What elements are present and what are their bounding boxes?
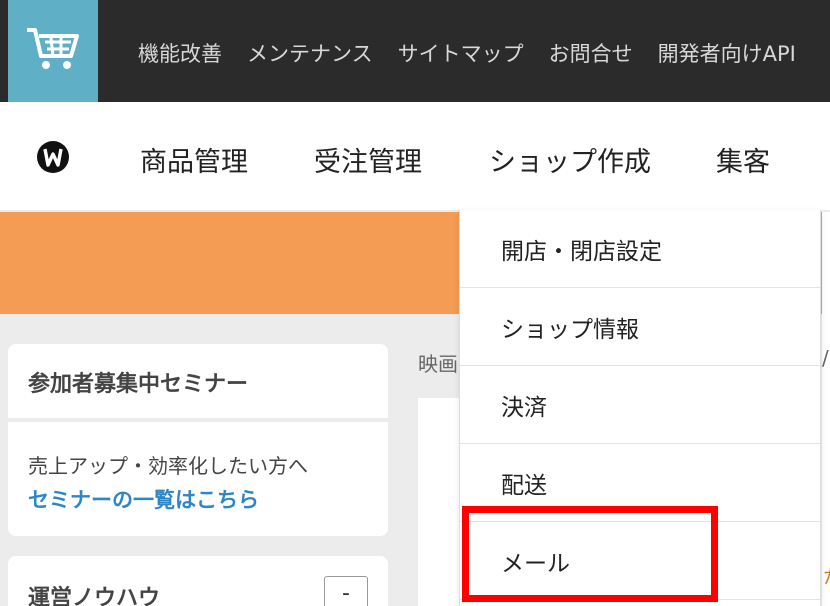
dropdown-item-payment[interactable]: 決済	[460, 366, 820, 444]
shopping-cart-logo[interactable]	[8, 0, 98, 106]
shopping-cart-icon	[25, 26, 81, 76]
toplink-sitemap[interactable]: サイトマップ	[398, 38, 524, 68]
toplink-improvements[interactable]: 機能改善	[138, 38, 222, 68]
dropdown-item-open-close-settings[interactable]: 開店・閉店設定	[460, 210, 820, 288]
knowhow-collapse-button[interactable]: -	[324, 576, 368, 606]
seminar-list-link[interactable]: セミナーの一覧はこちら	[28, 484, 259, 514]
right-fragment-slash: /	[822, 346, 829, 370]
nav-order-management[interactable]: 受注管理	[314, 140, 422, 179]
content-label: 映画	[418, 352, 458, 376]
toplink-developer-api[interactable]: 開発者向けAPI	[658, 38, 796, 68]
seminar-card-title: 参加者募集中セミナー	[28, 372, 249, 397]
top-links: 機能改善 メンテナンス サイトマップ お問合せ 開発者向けAPI	[138, 38, 796, 68]
seminar-card-text: 売上アップ・効率化したい方へ	[28, 454, 308, 478]
dropdown-item-mail[interactable]: メール	[460, 522, 820, 600]
dropdown-item-shop-info[interactable]: ショップ情報	[460, 288, 820, 366]
knowhow-card-title: 運営ノウハウ	[28, 586, 161, 606]
toplink-maintenance[interactable]: メンテナンス	[247, 38, 373, 68]
nav-shop-creation[interactable]: ショップ作成	[489, 140, 651, 179]
dropdown-item-shipping[interactable]: 配送	[460, 444, 820, 522]
nav-product-management[interactable]: 商品管理	[140, 140, 248, 179]
toplink-contact[interactable]: お問合せ	[549, 38, 633, 68]
content-panel	[418, 398, 460, 606]
nav-marketing[interactable]: 集客	[716, 140, 770, 179]
right-fragment-text: か	[823, 560, 830, 589]
brand-logo-icon[interactable]	[36, 140, 70, 178]
right-panel-strip	[822, 212, 830, 606]
shop-creation-dropdown: 開店・閉店設定 ショップ情報 決済 配送 メール	[459, 210, 821, 606]
seminar-card-divider	[8, 418, 388, 422]
seminar-card: 参加者募集中セミナー 売上アップ・効率化したい方へ セミナーの一覧はこちら	[8, 344, 388, 536]
